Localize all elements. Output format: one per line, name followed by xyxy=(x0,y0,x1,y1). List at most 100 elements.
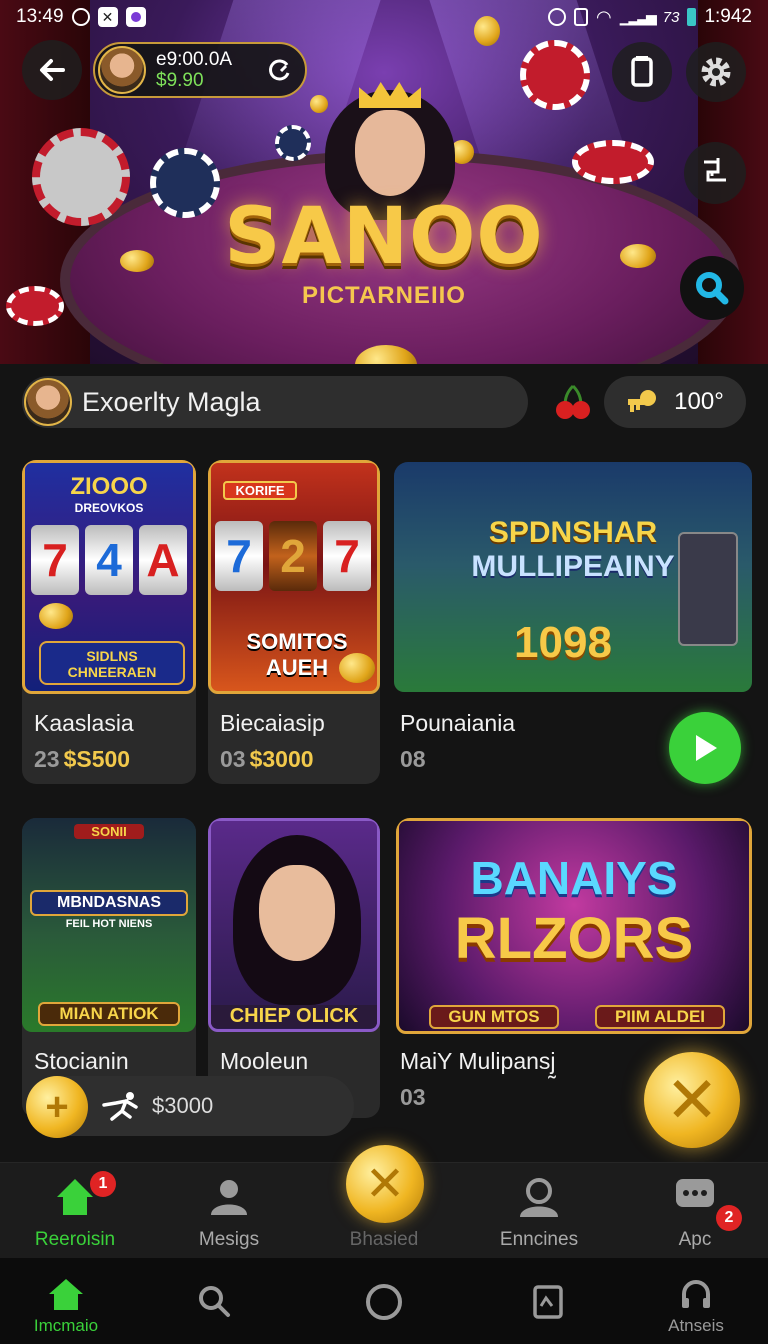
balance-line-2: $9.90 xyxy=(156,70,204,91)
slot-reel: 2 xyxy=(269,521,317,591)
network-label: 73 xyxy=(662,8,680,26)
game-card[interactable]: CHIEP OLICK Mooleun xyxy=(208,818,380,1118)
quick-bet-amount: $3000 xyxy=(152,1093,214,1118)
system-nav-bar: Imcmaio Atnseis xyxy=(0,1258,768,1344)
tab-label: Bhasied xyxy=(349,1229,419,1250)
battery-saver-icon xyxy=(573,8,588,26)
art-button: GUN MTOS xyxy=(429,1005,559,1029)
profile-name: Exoerlty Magla xyxy=(82,386,261,417)
chip-decoration xyxy=(275,125,311,161)
game-price: $3000 xyxy=(249,746,314,772)
play-icon xyxy=(696,735,717,761)
notification-badge: 1 xyxy=(90,1171,116,1197)
game-card[interactable]: ZIOOO DREOVKOS 7 4 A SIDLNS CHNEERAEN Ka… xyxy=(22,460,196,784)
wifi-icon: ◠ xyxy=(595,6,612,27)
gear-icon xyxy=(701,57,731,87)
game-meta: 23 $S500 xyxy=(34,746,130,773)
game-title: Stocianin xyxy=(34,1048,129,1074)
tab-center[interactable]: ✕ Bhasied xyxy=(319,1145,449,1259)
nav-settings[interactable]: Atnseis xyxy=(636,1258,756,1344)
key-icon xyxy=(628,390,657,412)
gallery-icon xyxy=(533,1285,563,1319)
game-meta: 03 xyxy=(400,1084,426,1111)
search-icon xyxy=(199,1286,230,1317)
game-thumbnail: BANAIYS RLZORS GUN MTOS PIIM ALDEI xyxy=(396,818,752,1034)
balance-text: e9:00.0A $9.90 xyxy=(156,49,232,91)
art-subtitle: RLZORS xyxy=(454,906,694,971)
tab-engines[interactable]: Enncines xyxy=(474,1163,604,1259)
exchange-button[interactable] xyxy=(684,142,746,204)
game-card[interactable]: SONII MBNDASNAS FEIL HOT NIENS MIAN ATIO… xyxy=(22,818,196,1118)
game-title: MaiY Mulipansj̰ xyxy=(400,1048,556,1074)
search-button[interactable] xyxy=(680,256,744,320)
status-bar: 13:49 ✕ ◠ ▁▂▃▅ 73 1:942 xyxy=(0,0,768,34)
chat-icon xyxy=(676,1179,714,1207)
balance-line-1: e9:00.0A xyxy=(156,49,233,70)
game-card[interactable]: KORIFE 7 2 7 SOMITOS AUEH Biecaiasip 03 $… xyxy=(208,460,380,784)
slot-reel: 7 xyxy=(323,521,371,591)
game-thumbnail: KORIFE 7 2 7 SOMITOS AUEH xyxy=(208,460,380,694)
back-button[interactable] xyxy=(22,40,82,100)
home-icon xyxy=(49,1279,83,1310)
center-coin-button[interactable]: ✕ xyxy=(346,1145,424,1223)
profile-bar[interactable]: Exoerlty Magla xyxy=(22,376,528,428)
status-time-left: 13:49 xyxy=(16,6,64,27)
signal-icon: ▁▂▃▅ xyxy=(619,8,657,25)
nav-gallery[interactable] xyxy=(488,1258,608,1344)
slot-reel: A xyxy=(139,525,187,595)
coin-decoration xyxy=(39,603,73,629)
tab-label: Apc xyxy=(678,1229,712,1250)
notification-badge: 2 xyxy=(716,1205,742,1231)
coin-decoration xyxy=(339,653,375,683)
tab-apps[interactable]: 2 Apc xyxy=(630,1163,760,1259)
tab-label: Enncines xyxy=(499,1229,579,1250)
character-face xyxy=(259,865,335,961)
hero-title: SANOO xyxy=(224,192,544,282)
add-coins-button[interactable]: + xyxy=(26,1076,88,1138)
game-thumbnail: SPDNSHAR MULLIPEAINY 1098 xyxy=(394,462,752,692)
user-avatar xyxy=(98,46,146,94)
art-title: ZIOOO xyxy=(70,473,148,500)
play-button[interactable] xyxy=(669,712,741,784)
search-icon xyxy=(696,272,729,305)
art-button: PIIM ALDEI xyxy=(595,1005,725,1029)
status-time-right: 1:942 xyxy=(704,6,752,27)
nav-label: Atnseis xyxy=(668,1316,724,1335)
game-count: 03 xyxy=(220,746,246,772)
nav-search[interactable] xyxy=(154,1258,274,1344)
art-title: MBNDASNAS xyxy=(30,890,188,916)
game-count: 23 xyxy=(34,746,60,772)
game-thumbnail: CHIEP OLICK xyxy=(208,818,380,1032)
running-icon xyxy=(102,1092,138,1121)
art-tag: SONII xyxy=(74,824,144,839)
tab-home[interactable]: 1 Reeroisin xyxy=(10,1163,140,1259)
balance-pill[interactable]: e9:00.0A $9.90 xyxy=(93,42,307,98)
coin-action-button[interactable]: ✕ xyxy=(644,1052,740,1148)
nav-circle[interactable] xyxy=(324,1258,444,1344)
slot-reel: 7 xyxy=(31,525,79,595)
game-thumbnail: ZIOOO DREOVKOS 7 4 A SIDLNS CHNEERAEN xyxy=(22,460,196,694)
support-agent-icon xyxy=(520,1178,558,1217)
art-tag: KORIFE xyxy=(223,481,297,500)
slot-reel: 7 xyxy=(215,521,263,591)
game-meta: 03 $3000 xyxy=(220,746,314,773)
nav-label: Imcmaio xyxy=(33,1316,99,1335)
game-title: Pounaiania xyxy=(400,710,516,736)
alarm-icon xyxy=(547,8,566,26)
wallet-button[interactable] xyxy=(612,42,672,102)
tab-messages[interactable]: Mesigs xyxy=(164,1163,294,1259)
nav-home[interactable]: Imcmaio xyxy=(6,1258,126,1344)
score-pill[interactable]: 100° xyxy=(604,376,746,428)
tab-label: Reeroisin xyxy=(34,1229,116,1250)
cherry-icon[interactable] xyxy=(553,382,593,422)
notification-app-icon: ✕ xyxy=(97,7,118,27)
exchange-icon xyxy=(704,158,726,182)
game-meta: 08 xyxy=(400,746,426,773)
headset-icon xyxy=(682,1280,710,1308)
game-title: Biecaiasip xyxy=(220,710,325,736)
close-coin-icon: ✕ xyxy=(665,1063,719,1136)
settings-button[interactable] xyxy=(686,42,746,102)
slot-reel: 4 xyxy=(85,525,133,595)
chip-decoration xyxy=(572,140,654,184)
refresh-icon[interactable] xyxy=(267,57,293,83)
